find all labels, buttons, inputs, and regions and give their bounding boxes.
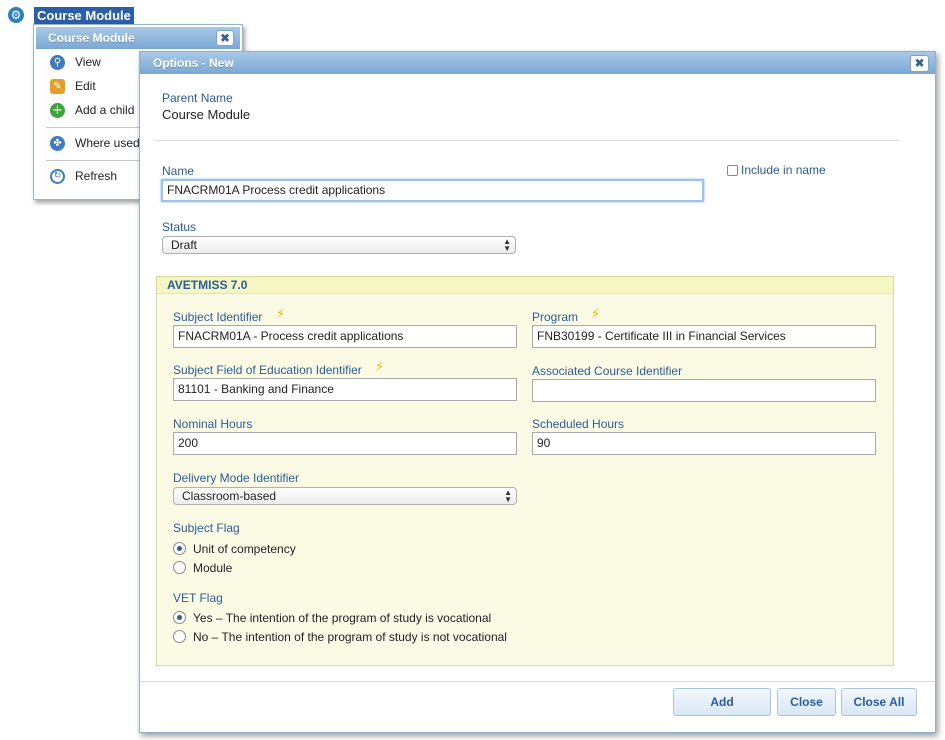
subject-flag-label: Subject Flag [173,521,240,535]
subject-flag-unit-radio[interactable] [173,542,186,555]
program-label: Program [532,310,579,324]
subject-flag-option-label[interactable]: Unit of competency [193,542,296,556]
close-button[interactable]: Close [777,688,836,716]
dialog-title: Options - New [153,56,234,70]
name-input[interactable]: FNACRM01A Process credit applications [161,179,704,202]
avetmiss-panel: AVETMISS 7.0 Subject Identifier ⚡ FNACRM… [156,276,894,666]
scheduled-hours-label: Scheduled Hours [532,417,625,431]
scheduled-hours-input[interactable]: 90 [532,432,876,455]
menu-item-label: Where used [75,136,140,150]
menu-item-label: View [75,55,101,69]
avetmiss-panel-header: AVETMISS 7.0 [157,277,893,294]
close-icon[interactable]: ✖ [216,30,234,46]
menu-item-edit[interactable]: ✎ Edit [50,77,96,95]
menu-item-where-used[interactable]: ✤ Where used [50,134,140,152]
lightning-icon: ⚡ [276,307,286,322]
subject-foe-input[interactable]: 81101 - Banking and Finance [173,378,517,401]
parent-name-value: Course Module [162,107,251,122]
menu-item-add-child[interactable]: + Add a child [50,101,134,119]
nominal-hours-label: Nominal Hours [173,417,253,431]
vet-flag-label: VET Flag [173,591,223,605]
pencil-icon: ✎ [50,78,65,94]
include-in-name-checkbox[interactable] [727,165,738,176]
magnifier-icon: ⚲ [50,54,65,70]
puzzle-icon: ✤ [50,135,65,151]
subject-flag-module-radio[interactable] [173,561,186,574]
subject-identifier-input[interactable]: FNACRM01A - Process credit applications [173,325,517,348]
delivery-mode-select[interactable]: Classroom-based ▲ ▼ [173,487,517,505]
subject-identifier-label: Subject Identifier [173,310,263,324]
include-in-name-label[interactable]: Include in name [741,163,826,177]
dialog-header[interactable]: Options - New ✖ [140,52,935,74]
delivery-mode-value: Classroom-based [182,489,277,503]
menu-item-label: Add a child [75,103,135,117]
gear-icon: ⚙ [8,7,24,23]
associated-course-input[interactable] [532,379,876,402]
context-menu-title: Course Module [48,31,135,45]
vet-flag-option-label[interactable]: Yes – The intention of the program of st… [193,611,491,625]
nominal-hours-input[interactable]: 200 [173,432,517,455]
context-menu-header: Course Module ✖ [36,27,240,49]
select-arrows-icon: ▲ ▼ [503,237,511,253]
menu-item-label: Edit [75,79,96,93]
tree-node-course-module[interactable]: ⚙ Course Module [8,6,134,24]
close-icon[interactable]: ✖ [910,55,929,72]
lightning-icon: ⚡ [591,307,601,322]
program-input[interactable]: FNB30199 - Certificate III in Financial … [532,325,876,348]
delivery-mode-label: Delivery Mode Identifier [173,471,300,485]
refresh-icon: ↻ [50,168,65,184]
plus-icon: + [50,102,65,118]
options-dialog: Options - New ✖ Parent Name Course Modul… [139,51,936,733]
select-arrows-icon: ▲ ▼ [504,488,512,504]
close-all-button[interactable]: Close All [841,688,917,716]
parent-name-label: Parent Name [162,91,233,105]
associated-course-label: Associated Course Identifier [532,364,683,378]
divider [154,140,899,141]
vet-flag-no-radio[interactable] [173,630,186,643]
name-label: Name [162,164,195,178]
subject-foe-label: Subject Field of Education Identifier [173,363,362,377]
vet-flag-yes-radio[interactable] [173,611,186,624]
lightning-icon: ⚡ [375,360,385,375]
menu-item-refresh[interactable]: ↻ Refresh [50,167,117,185]
vet-flag-option-label[interactable]: No – The intention of the program of stu… [193,630,507,644]
subject-flag-option-label[interactable]: Module [193,561,232,575]
status-select-value: Draft [171,238,198,252]
status-select[interactable]: Draft ▲ ▼ [162,236,516,254]
status-label: Status [162,220,197,234]
tree-node-label[interactable]: Course Module [34,6,134,24]
footer-divider [140,681,935,682]
menu-item-label: Refresh [75,169,118,183]
menu-item-view[interactable]: ⚲ View [50,53,101,71]
add-button[interactable]: Add [673,688,771,716]
